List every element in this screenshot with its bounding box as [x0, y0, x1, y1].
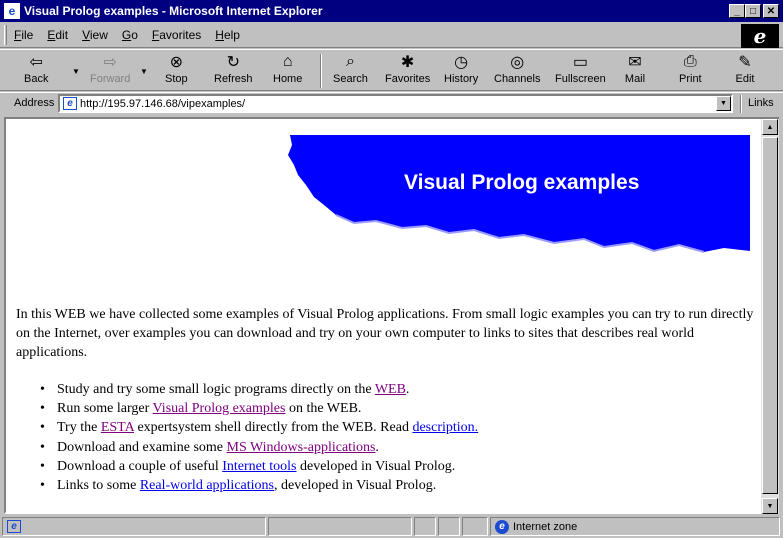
- address-dropdown-icon[interactable]: ▼: [716, 96, 731, 111]
- home-button[interactable]: ⌂ Home: [273, 52, 302, 90]
- menu-help[interactable]: Help: [215, 28, 240, 42]
- internet-tools-link[interactable]: Internet tools: [222, 459, 296, 474]
- status-bar: e e Internet zone: [0, 514, 783, 538]
- page-content: Visual Prolog examples In this WEB we ha…: [4, 117, 763, 514]
- fullscreen-button[interactable]: ▭ Fullscreen: [555, 52, 606, 90]
- minimize-button[interactable]: _: [729, 4, 745, 18]
- intro-paragraph: In this WEB we have collected some examp…: [16, 307, 754, 360]
- menu-grip[interactable]: [4, 25, 7, 45]
- channels-button[interactable]: ◎ Channels: [494, 52, 540, 90]
- links-separator: [740, 95, 742, 113]
- ie-throbber-logo: e: [741, 24, 779, 48]
- history-button[interactable]: ◷ History: [444, 52, 478, 90]
- history-icon: ◷: [454, 54, 469, 71]
- menu-go[interactable]: Go: [122, 28, 138, 42]
- fullscreen-icon: ▭: [572, 54, 588, 71]
- forward-button[interactable]: ⇨ Forward: [90, 52, 130, 90]
- search-button[interactable]: ⌕ Search: [333, 52, 368, 90]
- ms-windows-applications-link[interactable]: MS Windows-applications: [227, 440, 376, 455]
- standard-toolbar: ⇦ Back ▼ ⇨ Forward ▼ ⊗ Stop ↻ Refresh ⌂ …: [0, 49, 783, 91]
- visual-prolog-examples-link[interactable]: Visual Prolog examples: [153, 401, 286, 416]
- zone-label: Internet zone: [513, 520, 578, 533]
- forward-icon: ⇨: [103, 54, 117, 71]
- links-list: Study and try some small logic programs …: [16, 380, 756, 495]
- status-text-panel: e: [2, 517, 266, 536]
- banner-title: Visual Prolog examples: [404, 171, 640, 194]
- maximize-button[interactable]: □: [745, 4, 761, 18]
- real-world-applications-link[interactable]: Real-world applications: [140, 478, 274, 493]
- links-button[interactable]: Links: [748, 97, 774, 109]
- address-input[interactable]: e http://195.97.146.68/vipexamples/ ▼: [58, 94, 733, 113]
- list-item: Download and examine some MS Windows-app…: [16, 438, 756, 457]
- banner: Visual Prolog examples: [284, 135, 750, 255]
- list-item: Run some larger Visual Prolog examples o…: [16, 399, 756, 418]
- refresh-button[interactable]: ↻ Refresh: [214, 52, 253, 90]
- ie-page-icon: e: [4, 3, 20, 19]
- scroll-thumb[interactable]: [762, 137, 778, 494]
- favorites-icon: ✱: [400, 54, 415, 71]
- window-title: Visual Prolog examples - Microsoft Inter…: [24, 4, 323, 18]
- status-panel: [438, 517, 460, 536]
- status-panel: [414, 517, 436, 536]
- favorites-button[interactable]: ✱ Favorites: [385, 52, 430, 90]
- edit-icon: ✎: [738, 54, 752, 71]
- web-link[interactable]: WEB: [375, 382, 406, 397]
- back-icon: ⇦: [29, 54, 43, 71]
- search-icon: ⌕: [345, 53, 355, 70]
- menu-edit[interactable]: Edit: [47, 28, 68, 42]
- scroll-up-icon[interactable]: ▲: [762, 119, 778, 135]
- vertical-scrollbar[interactable]: ▲ ▼: [761, 117, 779, 514]
- scroll-down-icon[interactable]: ▼: [762, 498, 778, 514]
- list-item: Download a couple of useful Internet too…: [16, 457, 756, 476]
- esta-link[interactable]: ESTA: [101, 420, 134, 435]
- print-button[interactable]: ⎙ Print: [679, 52, 702, 90]
- forward-dropdown-icon[interactable]: ▼: [140, 67, 148, 76]
- title-bar: e Visual Prolog examples - Microsoft Int…: [0, 0, 783, 22]
- internet-zone-icon: e: [495, 519, 509, 534]
- page-icon: e: [63, 97, 77, 110]
- toolbar-separator: [320, 54, 322, 88]
- status-panel: [462, 517, 488, 536]
- edit-button[interactable]: ✎ Edit: [734, 52, 756, 90]
- home-icon: ⌂: [282, 53, 293, 70]
- list-item: Links to some Real-world applications, d…: [16, 476, 756, 495]
- menu-favorites[interactable]: Favorites: [152, 28, 201, 42]
- stop-button[interactable]: ⊗ Stop: [165, 52, 188, 90]
- stop-icon: ⊗: [169, 54, 184, 71]
- close-button[interactable]: ✕: [763, 4, 779, 18]
- back-dropdown-icon[interactable]: ▼: [72, 67, 80, 76]
- channels-icon: ◎: [510, 54, 525, 71]
- status-progress-panel: [268, 517, 412, 536]
- print-icon: ⎙: [683, 53, 697, 70]
- menu-file[interactable]: File: [14, 28, 33, 42]
- list-item: Study and try some small logic programs …: [16, 380, 756, 399]
- address-bar: Address e http://195.97.146.68/vipexampl…: [0, 92, 783, 115]
- menu-view[interactable]: View: [82, 28, 108, 42]
- page-status-icon: e: [7, 520, 21, 533]
- list-item: Try the ESTA expertsystem shell directly…: [16, 418, 756, 437]
- window-controls: _ □ ✕: [729, 4, 779, 18]
- mail-button[interactable]: ✉ Mail: [624, 52, 646, 90]
- zone-panel: e Internet zone: [490, 517, 780, 536]
- address-label: Address: [14, 97, 55, 109]
- description-link[interactable]: description.: [412, 420, 478, 435]
- refresh-icon: ↻: [226, 54, 240, 71]
- banner-graphic: [288, 135, 750, 253]
- menu-bar: File Edit View Go Favorites Help: [0, 22, 783, 48]
- back-button[interactable]: ⇦ Back: [24, 52, 48, 90]
- mail-icon: ✉: [628, 54, 642, 71]
- address-url[interactable]: http://195.97.146.68/vipexamples/: [80, 98, 245, 110]
